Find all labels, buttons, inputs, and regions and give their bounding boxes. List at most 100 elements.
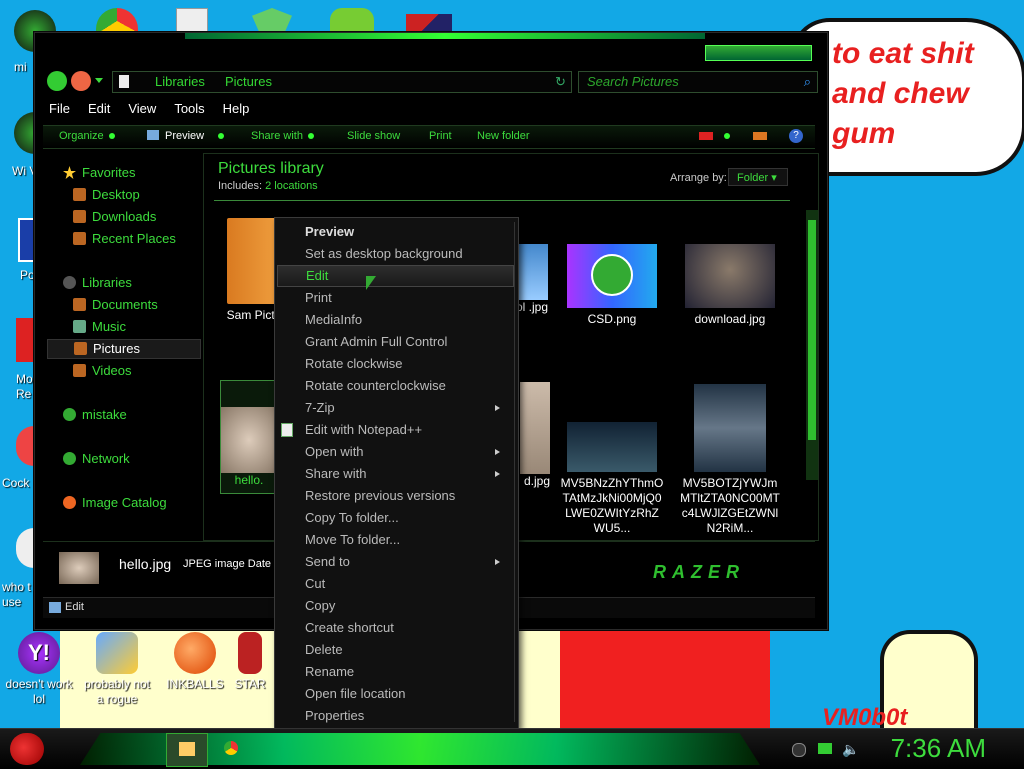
ctx-edit-notepad[interactable]: Edit with Notepad++ [281, 420, 510, 440]
ctx-copy-to-folder[interactable]: Copy To folder... [305, 508, 510, 528]
search-input[interactable]: Search Pictures ⌕ [578, 71, 818, 93]
history-dropdown-icon[interactable] [95, 78, 103, 83]
details-filename: hello.jpg [119, 556, 172, 572]
file-item-mv5bnz[interactable]: MV5BNzZhYThmOTAtMzJkNi00MjQ0LWE0ZWItYzRh… [556, 422, 668, 536]
nav-mistake-label: mistake [82, 407, 127, 422]
preview-pane-icon[interactable] [753, 132, 767, 140]
desktop-icon-inkballs[interactable]: INKBALLS [160, 632, 230, 692]
ctx-preview[interactable]: Preview [305, 222, 510, 242]
view-dropdown-icon[interactable] [724, 133, 730, 139]
ctx-print[interactable]: Print [305, 288, 510, 308]
nav-documents[interactable]: Documents [73, 297, 158, 315]
preview-button[interactable]: Preview [147, 130, 225, 142]
ctx-properties[interactable]: Properties [305, 706, 510, 726]
refresh-icon[interactable]: ↻ [555, 74, 566, 90]
address-bar[interactable]: Libraries Pictures ↻ [112, 71, 572, 93]
file-item-mv5botz[interactable]: MV5BOTZjYWJmMTltZTA0NC00MTc4LWJlZGEtZWNl… [674, 384, 786, 536]
ctx-move-to-folder[interactable]: Move To folder... [305, 530, 510, 550]
recent-folder-icon [73, 232, 86, 245]
file-name: hello. [234, 473, 264, 487]
submenu-arrow-icon [495, 471, 500, 477]
nav-favorites[interactable]: Favorites [63, 165, 135, 183]
desktop-icon-cock-glyph[interactable] [16, 426, 34, 466]
forward-button[interactable] [71, 71, 91, 91]
ctx-open-file-location[interactable]: Open file location [305, 684, 510, 704]
arrange-by-dropdown[interactable]: Folder ▾ [728, 168, 788, 186]
start-button-angry-bird-icon[interactable] [10, 733, 44, 765]
taskbar-explorer-button[interactable] [166, 733, 208, 767]
menu-file[interactable]: File [49, 101, 70, 116]
nav-image-catalog[interactable]: Image Catalog [63, 495, 167, 513]
includes-locations-link[interactable]: 2 locations [265, 180, 318, 192]
back-button[interactable] [47, 71, 67, 91]
shield-icon[interactable] [252, 8, 292, 34]
desktop-icon-inkballs-label: INKBALLS [166, 677, 224, 691]
organize-button[interactable]: Organize [59, 130, 115, 142]
file-item-hello[interactable]: hello. [220, 380, 278, 494]
ctx-mediainfo[interactable]: MediaInfo [305, 310, 510, 330]
desktop-icon-yahoo[interactable]: Y! doesn't work lol [4, 632, 74, 707]
nav-downloads[interactable]: Downloads [73, 209, 156, 227]
nav-network[interactable]: Network [63, 451, 130, 469]
ctx-send-to[interactable]: Send to [305, 552, 510, 572]
file-item-download[interactable]: download.jpg [674, 244, 786, 327]
ctx-grant-admin[interactable]: Grant Admin Full Control [305, 332, 510, 352]
window-controls[interactable] [705, 45, 812, 61]
tray-volume-icon[interactable]: 🔈 [842, 741, 859, 758]
nav-desktop[interactable]: Desktop [73, 187, 140, 205]
breadcrumb-pictures[interactable]: Pictures [225, 74, 272, 89]
share-with-button[interactable]: Share with [251, 130, 314, 142]
vertical-scrollbar[interactable] [806, 210, 818, 480]
ctx-create-shortcut[interactable]: Create shortcut [305, 618, 510, 638]
search-icon[interactable]: ⌕ [804, 74, 811, 90]
ctx-cut[interactable]: Cut [305, 574, 510, 594]
new-folder-button[interactable]: New folder [477, 130, 530, 142]
menu-help[interactable]: Help [223, 101, 250, 116]
menu-edit[interactable]: Edit [88, 101, 110, 116]
desktop-icon-star[interactable]: STAR [226, 632, 274, 692]
desktop-icon-rogue[interactable]: probably not a rogue [82, 632, 152, 707]
nav-recent-places[interactable]: Recent Places [73, 231, 176, 249]
nav-mistake[interactable]: mistake [63, 407, 127, 425]
ctx-share-with[interactable]: Share with [305, 464, 510, 484]
tray-expand-icon[interactable] [792, 743, 806, 757]
desktop-icon-who-glyph[interactable] [16, 528, 34, 568]
angry-pig-icon[interactable] [330, 8, 374, 34]
breadcrumb-libraries[interactable]: Libraries [155, 74, 205, 89]
slide-show-button[interactable]: Slide show [347, 130, 400, 142]
ctx-restore-versions[interactable]: Restore previous versions [305, 486, 510, 506]
ctx-7zip[interactable]: 7-Zip [305, 398, 510, 418]
taskbar-chrome-icon[interactable] [224, 741, 238, 755]
ctx-open-with[interactable]: Open with [305, 442, 510, 462]
nav-network-label: Network [82, 451, 130, 466]
desktop-icon-mo-glyph[interactable] [16, 318, 34, 362]
tray-network-icon[interactable] [818, 743, 832, 754]
image-thumbnail [567, 422, 657, 472]
nav-videos[interactable]: Videos [73, 363, 132, 381]
help-icon[interactable]: ? [789, 129, 803, 143]
scrollbar-thumb[interactable] [808, 220, 816, 440]
ctx-rotate-counterclockwise[interactable]: Rotate counterclockwise [305, 376, 510, 396]
library-header: Pictures library Includes: 2 locations A… [214, 158, 790, 201]
flag-icon[interactable] [406, 14, 452, 34]
nav-libraries[interactable]: Libraries [63, 275, 132, 293]
nav-music[interactable]: Music [73, 319, 126, 337]
menu-view[interactable]: View [128, 101, 156, 116]
desktop-drawing-red [560, 628, 770, 728]
ctx-set-desktop-background[interactable]: Set as desktop background [305, 244, 510, 264]
ctx-copy[interactable]: Copy [305, 596, 510, 616]
search-placeholder: Search Pictures [587, 74, 679, 89]
ctx-edit[interactable]: Edit [277, 265, 514, 287]
view-options-icon[interactable] [699, 132, 713, 140]
ctx-rename[interactable]: Rename [305, 662, 510, 682]
nav-pictures[interactable]: Pictures [47, 339, 201, 359]
ctx-rotate-clockwise[interactable]: Rotate clockwise [305, 354, 510, 374]
desktop-icon-who-label: who t use [2, 580, 31, 609]
print-button[interactable]: Print [429, 130, 452, 142]
file-item-csd[interactable]: CSD.png [556, 244, 668, 327]
menu-tools[interactable]: Tools [174, 101, 204, 116]
chrome-icon[interactable] [96, 8, 138, 34]
ctx-delete[interactable]: Delete [305, 640, 510, 660]
taskbar-clock[interactable]: 7:36 AM [891, 733, 986, 764]
desktop-icon-rogue-label: probably not a rogue [83, 677, 151, 706]
